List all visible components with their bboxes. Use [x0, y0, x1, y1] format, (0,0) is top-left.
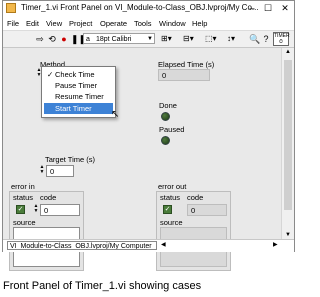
title-bar: Timer_1.vi Front Panel on VI_Module-to-C…	[3, 1, 294, 16]
pause-icon[interactable]: ❚❚	[71, 34, 86, 44]
project-path: VI_Module-to-Class_OBJ.lvproj/My Compute…	[7, 241, 157, 250]
run-continuous-icon[interactable]: ⟲	[47, 34, 57, 44]
menu-operate[interactable]: Operate	[100, 19, 127, 28]
labview-vi-icon	[6, 3, 16, 13]
method-option-check-time[interactable]: ✓ Check Time	[44, 69, 113, 80]
method-option-pause-timer[interactable]: Pause Timer	[44, 80, 113, 91]
mouse-cursor-icon: ↖	[111, 109, 120, 120]
search-icon[interactable]: 🔍	[249, 34, 260, 44]
minimize-icon[interactable]: –	[245, 2, 259, 14]
method-option-resume-timer[interactable]: Resume Timer	[44, 91, 113, 102]
figure-caption: Front Panel of Timer_1.vi showing cases	[3, 280, 202, 292]
abort-icon[interactable]: ●	[59, 34, 69, 44]
scroll-up-icon[interactable]: ▲	[284, 49, 292, 55]
error-in-cluster: status code ✓ ▲ ▼ 0 source	[9, 191, 84, 271]
paused-led	[161, 136, 170, 145]
error-out-code-label: code	[187, 193, 204, 202]
maximize-icon[interactable]: ☐	[261, 2, 275, 14]
error-out-source-label: source	[160, 218, 183, 227]
align-objects-icon[interactable]: ⊞▾	[161, 34, 179, 44]
menu-view[interactable]: View	[46, 19, 62, 28]
run-arrow-icon[interactable]: ⇨	[35, 34, 45, 44]
done-led	[161, 112, 170, 121]
paused-label: Paused	[159, 125, 185, 134]
toolbar: ⇨ ⟲ ● ❚❚ a 18pt Calibri ▼ ⊞▾ ⊟▾ ⬚▾ ↕▾ 🔍 …	[3, 31, 294, 48]
vertical-scrollbar[interactable]: ▲ ▼	[281, 48, 294, 239]
method-dropdown-menu: ✓ Check Time Pause Timer Resume Timer St…	[41, 66, 116, 118]
font-icon: a	[86, 36, 90, 43]
error-out-cluster: status code ✓ 0 source	[156, 191, 231, 271]
scrollbar-thumb[interactable]	[284, 60, 292, 210]
error-out-status-indicator: ✓	[163, 205, 172, 214]
error-out-label: error out	[158, 182, 187, 191]
menu-file[interactable]: File	[7, 19, 19, 28]
error-in-status-label: status	[13, 193, 34, 202]
error-in-code-spin-icon[interactable]: ▲ ▼	[33, 204, 39, 215]
close-icon[interactable]: ✕	[278, 2, 292, 14]
elapsed-time-indicator: 0	[158, 69, 210, 81]
menu-window[interactable]: Window	[159, 19, 186, 28]
error-in-code-label: code	[40, 193, 57, 202]
menu-tools[interactable]: Tools	[134, 19, 152, 28]
vi-icon-label: TIMER	[274, 33, 290, 39]
status-bar: VI_Module-to-Class_OBJ.lvproj/My Compute…	[3, 239, 294, 252]
method-option-label: Resume Timer	[55, 92, 104, 101]
font-select-value: 18pt Calibri	[96, 36, 132, 43]
scroll-right-icon[interactable]: ▶	[273, 241, 278, 248]
menu-project[interactable]: Project	[69, 19, 92, 28]
target-time-spin-icon[interactable]: ▲ ▼	[39, 165, 45, 176]
method-option-start-timer[interactable]: Start Timer	[44, 103, 113, 114]
checkmark-icon: ✓	[47, 70, 54, 79]
error-in-source-label: source	[13, 218, 36, 227]
error-in-status-checkbox[interactable]: ✓	[16, 205, 25, 214]
resize-objects-icon[interactable]: ⬚▾	[205, 34, 223, 44]
error-out-code-indicator: 0	[187, 204, 227, 216]
reorder-icon[interactable]: ↕▾	[227, 34, 245, 44]
font-select[interactable]: a 18pt Calibri ▼	[83, 33, 155, 44]
distribute-objects-icon[interactable]: ⊟▾	[183, 34, 201, 44]
chevron-down-icon: ▼	[147, 36, 153, 42]
window-title: Timer_1.vi Front Panel on VI_Module-to-C…	[21, 3, 259, 12]
method-option-label: Start Timer	[55, 104, 92, 113]
scroll-down-icon[interactable]: ▼	[284, 232, 292, 238]
method-option-label: Check Time	[55, 70, 95, 79]
error-in-code-input[interactable]: 0	[40, 204, 80, 216]
done-label: Done	[159, 101, 177, 110]
target-time-label: Target Time (s)	[45, 155, 96, 164]
elapsed-time-label: Elapsed Time (s)	[158, 60, 215, 69]
labview-window: Timer_1.vi Front Panel on VI_Module-to-C…	[2, 0, 295, 271]
context-help-icon[interactable]: ?	[261, 34, 271, 44]
target-time-input[interactable]: 0	[46, 165, 74, 177]
error-out-status-label: status	[160, 193, 181, 202]
scroll-left-icon[interactable]: ◀	[161, 241, 166, 248]
method-option-label: Pause Timer	[55, 81, 98, 90]
menu-help[interactable]: Help	[192, 19, 207, 28]
menu-bar: File Edit View Project Operate Tools Win…	[3, 16, 294, 31]
vi-icon-box: TIMER ⏱	[273, 32, 290, 46]
menu-edit[interactable]: Edit	[26, 19, 39, 28]
error-in-label: error in	[11, 182, 35, 191]
